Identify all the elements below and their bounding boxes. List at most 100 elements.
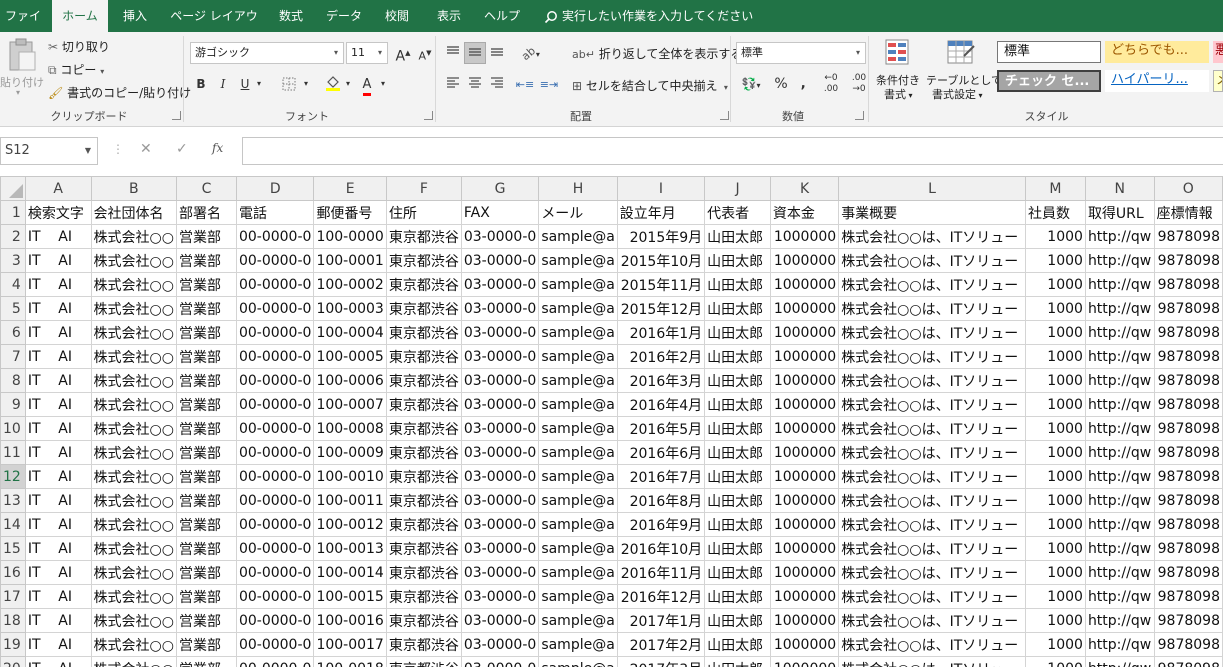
cell[interactable]: http://qw xyxy=(1084,584,1155,609)
column-header[interactable]: I xyxy=(616,176,706,201)
cell[interactable]: 東京都渋谷 xyxy=(385,344,462,369)
cell[interactable]: 00-0000-0 xyxy=(235,368,315,393)
cell[interactable]: 東京都渋谷 xyxy=(385,320,462,345)
row-header[interactable]: 11 xyxy=(0,440,26,465)
tab-page-layout[interactable]: ページ レイアウト xyxy=(166,0,262,55)
cell[interactable]: 営業部 xyxy=(175,224,237,249)
cell[interactable]: 03-0000-0 xyxy=(460,416,540,441)
cell[interactable]: http://qw xyxy=(1084,560,1155,585)
row-header[interactable]: 16 xyxy=(0,560,26,585)
cell[interactable]: IT AI xyxy=(24,224,92,249)
cell[interactable]: 03-0000-0 xyxy=(460,224,540,249)
cell[interactable]: 株式会社○○は、ITソリュー xyxy=(838,560,1026,585)
chevron-down-icon[interactable]: ▾ xyxy=(253,73,265,95)
cell[interactable]: 00-0000-0 xyxy=(235,320,315,345)
cell[interactable]: http://qw xyxy=(1084,368,1155,393)
cell[interactable]: 1000000 xyxy=(769,656,840,667)
align-middle-button[interactable] xyxy=(464,42,486,64)
cell[interactable]: IT AI xyxy=(24,248,92,273)
cell[interactable]: IT AI xyxy=(24,488,92,513)
cell[interactable]: 東京都渋谷 xyxy=(385,296,462,321)
cell[interactable]: http://qw xyxy=(1084,320,1155,345)
cell[interactable]: 9878098 xyxy=(1153,344,1223,369)
cell[interactable]: 東京都渋谷 xyxy=(385,536,462,561)
cell[interactable]: 郵便番号 xyxy=(313,200,387,225)
cell[interactable]: 1000000 xyxy=(769,512,840,537)
column-header[interactable]: M xyxy=(1024,176,1086,201)
number-format-select[interactable]: 標準 ▾ xyxy=(736,42,866,64)
cell[interactable]: 2017年1月 xyxy=(616,608,706,633)
fill-color-button[interactable] xyxy=(322,73,344,95)
cell[interactable]: 株式会社○○は、ITソリュー xyxy=(838,512,1026,537)
cell[interactable]: 100-0000 xyxy=(313,224,387,249)
cell[interactable]: IT AI xyxy=(24,368,92,393)
cell[interactable]: 9878098 xyxy=(1153,368,1223,393)
column-header[interactable]: C xyxy=(175,176,237,201)
row-header[interactable]: 15 xyxy=(0,536,26,561)
cell[interactable]: http://qw xyxy=(1084,656,1155,667)
cancel-icon[interactable]: ✕ xyxy=(140,141,152,157)
row-header[interactable]: 8 xyxy=(0,368,26,393)
chevron-down-icon[interactable]: ▾ xyxy=(377,73,389,95)
cell[interactable]: 00-0000-0 xyxy=(235,560,315,585)
cell[interactable]: sample@a xyxy=(538,512,618,537)
cell[interactable]: 営業部 xyxy=(175,584,237,609)
cell[interactable]: 9878098 xyxy=(1153,248,1223,273)
row-header[interactable]: 10 xyxy=(0,416,26,441)
grow-font-button[interactable]: A▲ xyxy=(392,42,414,65)
cell[interactable]: 株式会社○○は、ITソリュー xyxy=(838,248,1026,273)
cell[interactable]: 1000000 xyxy=(769,488,840,513)
cell[interactable]: sample@a xyxy=(538,248,618,273)
cell[interactable]: 山田太郎 xyxy=(704,248,771,273)
cell[interactable]: 株式会社○○ xyxy=(90,536,177,561)
cell[interactable]: 00-0000-0 xyxy=(235,608,315,633)
column-header[interactable]: F xyxy=(385,176,462,201)
cell-style-note[interactable]: メ xyxy=(1213,70,1223,92)
cell[interactable]: 営業部 xyxy=(175,560,237,585)
cell[interactable]: 株式会社○○ xyxy=(90,608,177,633)
cell[interactable]: 03-0000-0 xyxy=(460,344,540,369)
cell[interactable]: 03-0000-0 xyxy=(460,464,540,489)
copy-button[interactable]: ⧉ コピー ▾ xyxy=(48,61,104,78)
cell[interactable]: 1000000 xyxy=(769,608,840,633)
cell[interactable]: 1000 xyxy=(1024,464,1086,489)
cell[interactable]: 9878098 xyxy=(1153,584,1223,609)
cell[interactable]: 山田太郎 xyxy=(704,608,771,633)
cell[interactable]: 03-0000-0 xyxy=(460,656,540,667)
cell[interactable]: 9878098 xyxy=(1153,608,1223,633)
cell[interactable]: 1000 xyxy=(1024,368,1086,393)
cell[interactable]: 9878098 xyxy=(1153,464,1223,489)
bold-button[interactable]: B xyxy=(190,73,212,95)
cell[interactable]: 1000000 xyxy=(769,320,840,345)
column-header[interactable]: K xyxy=(769,176,840,201)
insert-function-icon[interactable]: fx xyxy=(212,141,223,155)
cell[interactable]: 03-0000-0 xyxy=(460,536,540,561)
cell[interactable]: 山田太郎 xyxy=(704,344,771,369)
cell[interactable]: 株式会社○○は、ITソリュー xyxy=(838,608,1026,633)
row-header[interactable]: 1 xyxy=(0,200,26,225)
cell[interactable]: http://qw xyxy=(1084,632,1155,657)
cell[interactable]: 1000 xyxy=(1024,392,1086,417)
cell[interactable]: 株式会社○○ xyxy=(90,488,177,513)
cell[interactable]: メール xyxy=(538,200,618,225)
cell[interactable]: 東京都渋谷 xyxy=(385,224,462,249)
cell[interactable]: 2015年10月 xyxy=(616,248,706,273)
cell[interactable]: 山田太郎 xyxy=(704,632,771,657)
shrink-font-button[interactable]: A▼ xyxy=(414,42,436,64)
cell[interactable]: sample@a xyxy=(538,368,618,393)
cell[interactable]: 00-0000-0 xyxy=(235,464,315,489)
formula-input[interactable] xyxy=(242,137,1223,165)
cell[interactable]: 9878098 xyxy=(1153,224,1223,249)
cell[interactable]: 00-0000-0 xyxy=(235,656,315,667)
cell[interactable]: 東京都渋谷 xyxy=(385,272,462,297)
cell[interactable]: 2016年12月 xyxy=(616,584,706,609)
cell[interactable]: 1000000 xyxy=(769,344,840,369)
alignment-launcher-icon[interactable] xyxy=(720,111,729,120)
cell[interactable]: 100-0010 xyxy=(313,464,387,489)
cell[interactable]: 100-0004 xyxy=(313,320,387,345)
cell[interactable]: 東京都渋谷 xyxy=(385,440,462,465)
cell[interactable]: 100-0014 xyxy=(313,560,387,585)
enter-icon[interactable]: ✓ xyxy=(176,141,188,157)
cell[interactable]: 1000 xyxy=(1024,488,1086,513)
column-header[interactable]: G xyxy=(460,176,540,201)
